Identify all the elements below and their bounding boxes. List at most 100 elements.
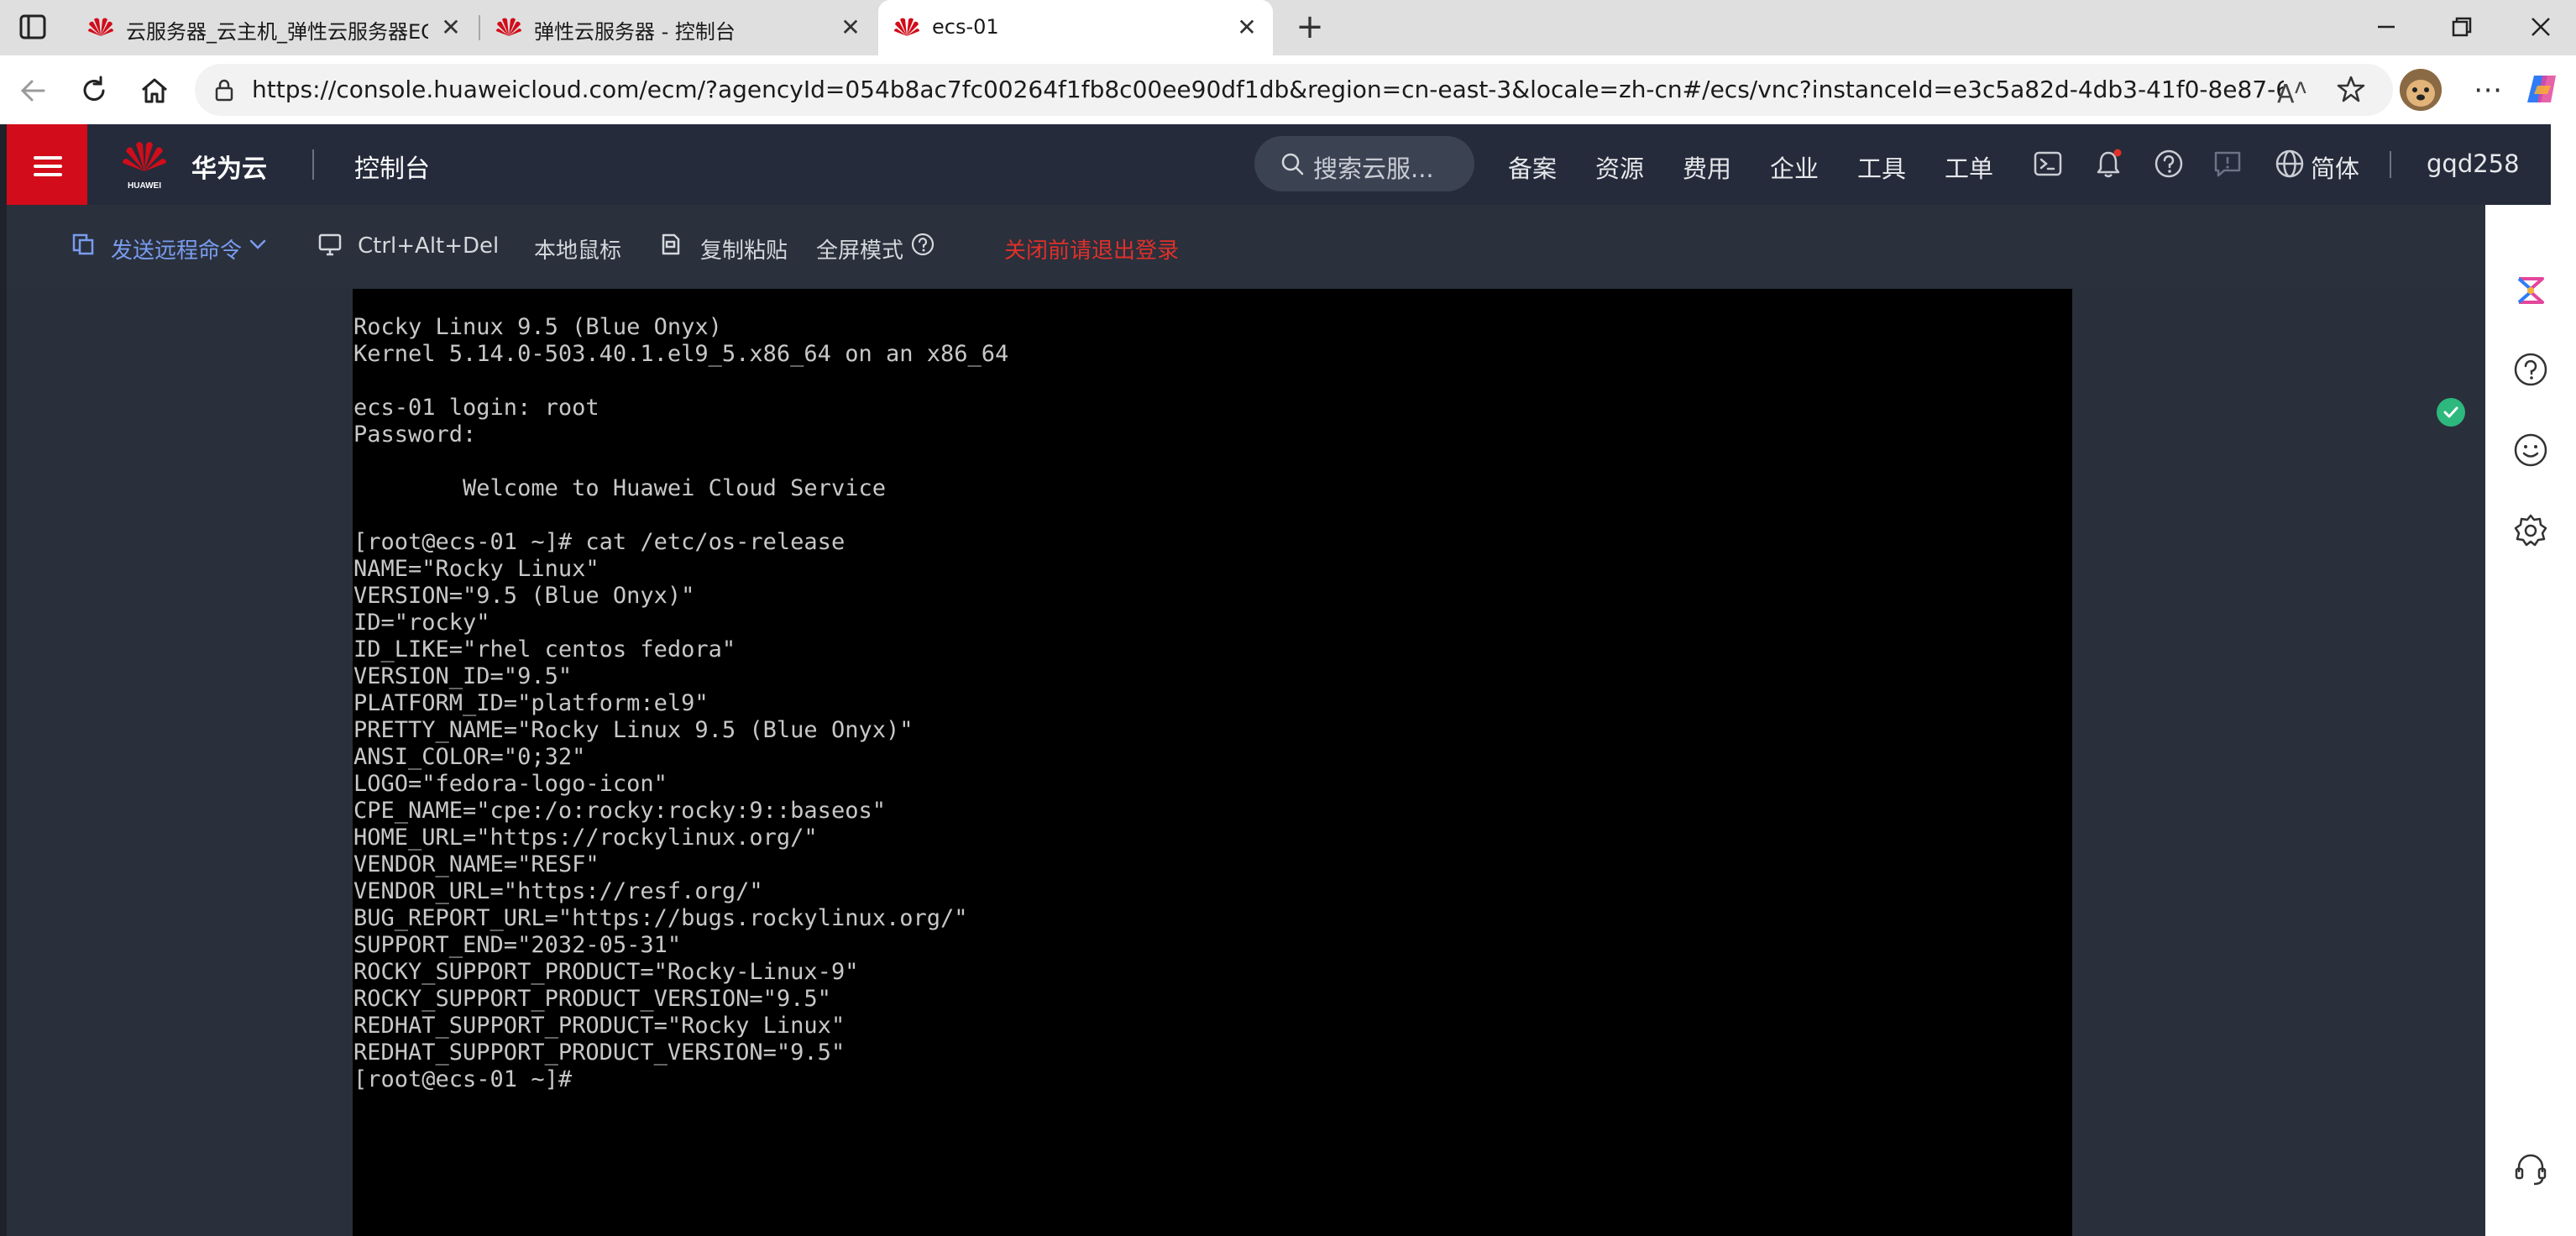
- feedback-icon[interactable]: [2212, 148, 2244, 180]
- more-options-icon[interactable]: ⋯: [2467, 69, 2509, 111]
- terminal-line: CPE_NAME="cpe:/o:rocky:rocky:9::baseos": [353, 798, 886, 824]
- terminal-line: LOGO="fedora-logo-icon": [353, 771, 668, 797]
- monitor-icon: [318, 233, 342, 256]
- tab-title: 云服务器_云主机_弹性云服务器ECS: [126, 20, 428, 44]
- url-text[interactable]: https://console.huaweicloud.com/ecm/?age…: [252, 76, 2284, 103]
- copy-paste-button[interactable]: 复制粘贴: [700, 233, 788, 264]
- home-icon[interactable]: [138, 74, 171, 107]
- tab-ecs-01[interactable]: ecs-01 ✕: [878, 0, 1273, 55]
- nav-link-filing[interactable]: 备案: [1508, 149, 1557, 185]
- cloud-shell-icon[interactable]: [2032, 148, 2064, 180]
- refresh-icon[interactable]: [77, 74, 111, 107]
- terminal-line: ID="rocky": [353, 610, 490, 636]
- huawei-favicon-icon: [496, 18, 521, 36]
- vnc-toolbar: 发送远程命令 Ctrl+Alt+Del 本地鼠标 复制粘贴 全屏模式 关闭前请退…: [7, 205, 2485, 289]
- hamburger-line: [34, 156, 62, 160]
- local-mouse-button[interactable]: 本地鼠标: [534, 233, 621, 264]
- browser-tab-bar: 云服务器_云主机_弹性云服务器ECS ✕ 弹性云服务器 - 控制台 ✕ ecs-…: [0, 0, 2576, 55]
- nav-link-resources[interactable]: 资源: [1595, 149, 1644, 185]
- huawei-favicon-icon: [88, 18, 113, 36]
- send-remote-command-button[interactable]: 发送远程命令: [111, 233, 242, 264]
- language-switch[interactable]: 简体: [2311, 149, 2359, 185]
- terminal-output: Rocky Linux 9.5 (Blue Onyx) Kernel 5.14.0…: [353, 314, 1008, 1093]
- hamburger-line: [34, 165, 62, 168]
- console-header: HUAWEI 华为云 控制台 搜索云服... 备案 资源 费用 企业 工具 工单: [7, 124, 2551, 205]
- header-search[interactable]: 搜索云服...: [1254, 136, 1474, 191]
- terminal-line: Rocky Linux 9.5 (Blue Onyx): [353, 314, 722, 340]
- clipboard-icon: [662, 233, 680, 255]
- terminal-line: VERSION="9.5 (Blue Onyx)": [353, 583, 695, 609]
- tab-ecs-product[interactable]: 云服务器_云主机_弹性云服务器ECS ✕: [72, 0, 477, 55]
- terminal-line: ANSI_COLOR="0;32": [353, 744, 586, 770]
- copilot-icon[interactable]: [2522, 69, 2563, 109]
- terminal-line: VENDOR_NAME="RESF": [353, 851, 599, 877]
- menu-hamburger-icon[interactable]: [7, 124, 87, 205]
- ctrl-alt-del-button[interactable]: Ctrl+Alt+Del: [358, 233, 499, 259]
- tab-close-icon[interactable]: ✕: [1234, 15, 1259, 40]
- terminal-line: VENDOR_URL="https://resf.org/": [353, 878, 763, 904]
- tab-title: ecs-01: [932, 15, 999, 39]
- username[interactable]: gqd258: [2427, 149, 2520, 178]
- terminal-line: SUPPORT_END="2032-05-31": [353, 932, 682, 958]
- right-tool-sidebar: [2485, 205, 2576, 1236]
- console-title[interactable]: 控制台: [354, 148, 430, 185]
- back-arrow-icon[interactable]: [17, 74, 50, 107]
- globe-icon[interactable]: [2274, 148, 2306, 180]
- read-aloud-icon[interactable]: Aʌ: [2277, 74, 2306, 109]
- huawei-logo-text: HUAWEI: [128, 181, 161, 191]
- brand-name[interactable]: 华为云: [191, 148, 267, 185]
- nav-link-billing[interactable]: 费用: [1683, 149, 1731, 185]
- help-icon[interactable]: [2153, 148, 2185, 180]
- tab-close-icon[interactable]: ✕: [838, 15, 863, 40]
- terminal-line: HOME_URL="https://rockylinux.org/": [353, 825, 818, 851]
- terminal-line: REDHAT_SUPPORT_PRODUCT="Rocky Linux": [353, 1013, 846, 1039]
- header-divider: [2390, 151, 2391, 178]
- logout-warning: 关闭前请退出登录: [1004, 238, 1180, 264]
- header-divider: [312, 149, 314, 180]
- huawei-logo-icon[interactable]: HUAWEI: [121, 138, 168, 191]
- terminal-line: PLATFORM_ID="platform:el9": [353, 690, 709, 716]
- fullscreen-button[interactable]: 全屏模式: [816, 233, 903, 264]
- restore-icon[interactable]: [2445, 10, 2479, 44]
- chevron-down-icon[interactable]: [245, 232, 270, 257]
- terminal-line: VERSION_ID="9.5": [353, 663, 573, 689]
- nav-link-tickets[interactable]: 工单: [1945, 149, 1993, 185]
- terminal-line: Password:: [353, 422, 477, 448]
- terminal-line: NAME="Rocky Linux": [353, 556, 599, 582]
- terminal-line: Welcome to Huawei Cloud Service: [353, 475, 886, 501]
- read-aloud-sup: ʌ: [2294, 74, 2307, 98]
- ai-assistant-icon[interactable]: [2512, 272, 2549, 309]
- nav-link-enterprise[interactable]: 企业: [1770, 149, 1819, 185]
- terminal-line: ROCKY_SUPPORT_PRODUCT="Rocky-Linux-9": [353, 959, 859, 985]
- tab-ecs-console[interactable]: 弹性云服务器 - 控制台 ✕: [480, 0, 877, 55]
- new-tab-button[interactable]: +: [1293, 8, 1327, 45]
- customer-service-headset-icon[interactable]: [2512, 1150, 2549, 1187]
- nav-link-tools[interactable]: 工具: [1857, 149, 1906, 185]
- tab-close-icon[interactable]: ✕: [438, 15, 463, 40]
- tab-title: 弹性云服务器 - 控制台: [534, 20, 736, 44]
- terminal-line: ID_LIKE="rhel centos fedora": [353, 636, 736, 663]
- hamburger-line: [34, 173, 62, 176]
- search-placeholder: 搜索云服...: [1313, 154, 1434, 183]
- notification-bell-icon[interactable]: [2092, 148, 2124, 180]
- url-field[interactable]: https://console.huaweicloud.com/ecm/?age…: [195, 64, 2393, 116]
- profile-avatar[interactable]: [2400, 69, 2442, 111]
- help-icon[interactable]: [2512, 351, 2549, 388]
- search-icon: [1281, 153, 1304, 175]
- vnc-terminal-screen[interactable]: Rocky Linux 9.5 (Blue Onyx) Kernel 5.14.0…: [353, 289, 2072, 1236]
- favorite-star-icon[interactable]: [2336, 74, 2366, 104]
- terminal-line: Kernel 5.14.0-503.40.1.el9_5.x86_64 on a…: [353, 341, 1009, 367]
- settings-gear-icon[interactable]: [2512, 512, 2549, 549]
- terminal-line: REDHAT_SUPPORT_PRODUCT_VERSION="9.5": [353, 1040, 846, 1066]
- smiley-feedback-icon[interactable]: [2512, 432, 2549, 469]
- help-icon[interactable]: [910, 232, 935, 257]
- terminal-line: PRETTY_NAME="Rocky Linux 9.5 (Blue Onyx)…: [353, 717, 914, 743]
- header-edge: [2551, 124, 2576, 205]
- tab-actions-icon[interactable]: [18, 13, 47, 41]
- minimize-icon[interactable]: [2369, 10, 2403, 44]
- close-window-icon[interactable]: [2524, 10, 2558, 44]
- lock-icon[interactable]: [212, 77, 237, 102]
- dog-avatar-icon: [2400, 69, 2442, 111]
